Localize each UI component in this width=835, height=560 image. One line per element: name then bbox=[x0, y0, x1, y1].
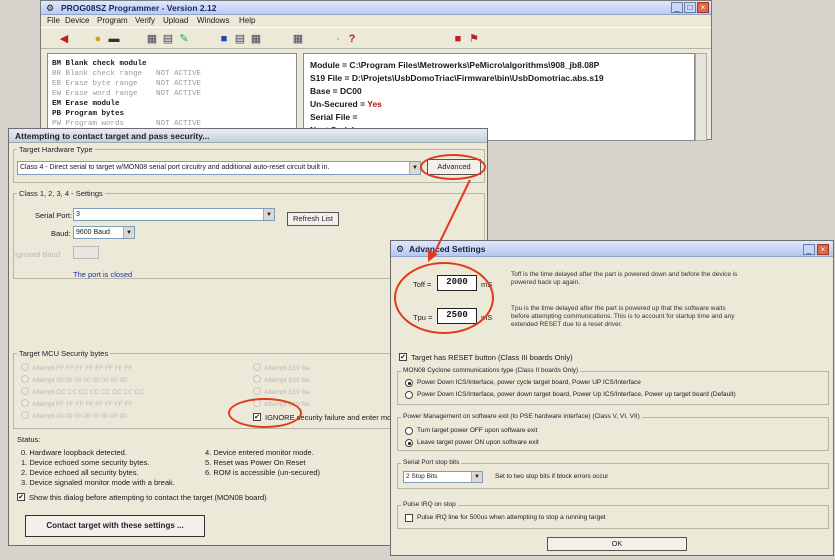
annotation-arrow bbox=[428, 179, 471, 262]
